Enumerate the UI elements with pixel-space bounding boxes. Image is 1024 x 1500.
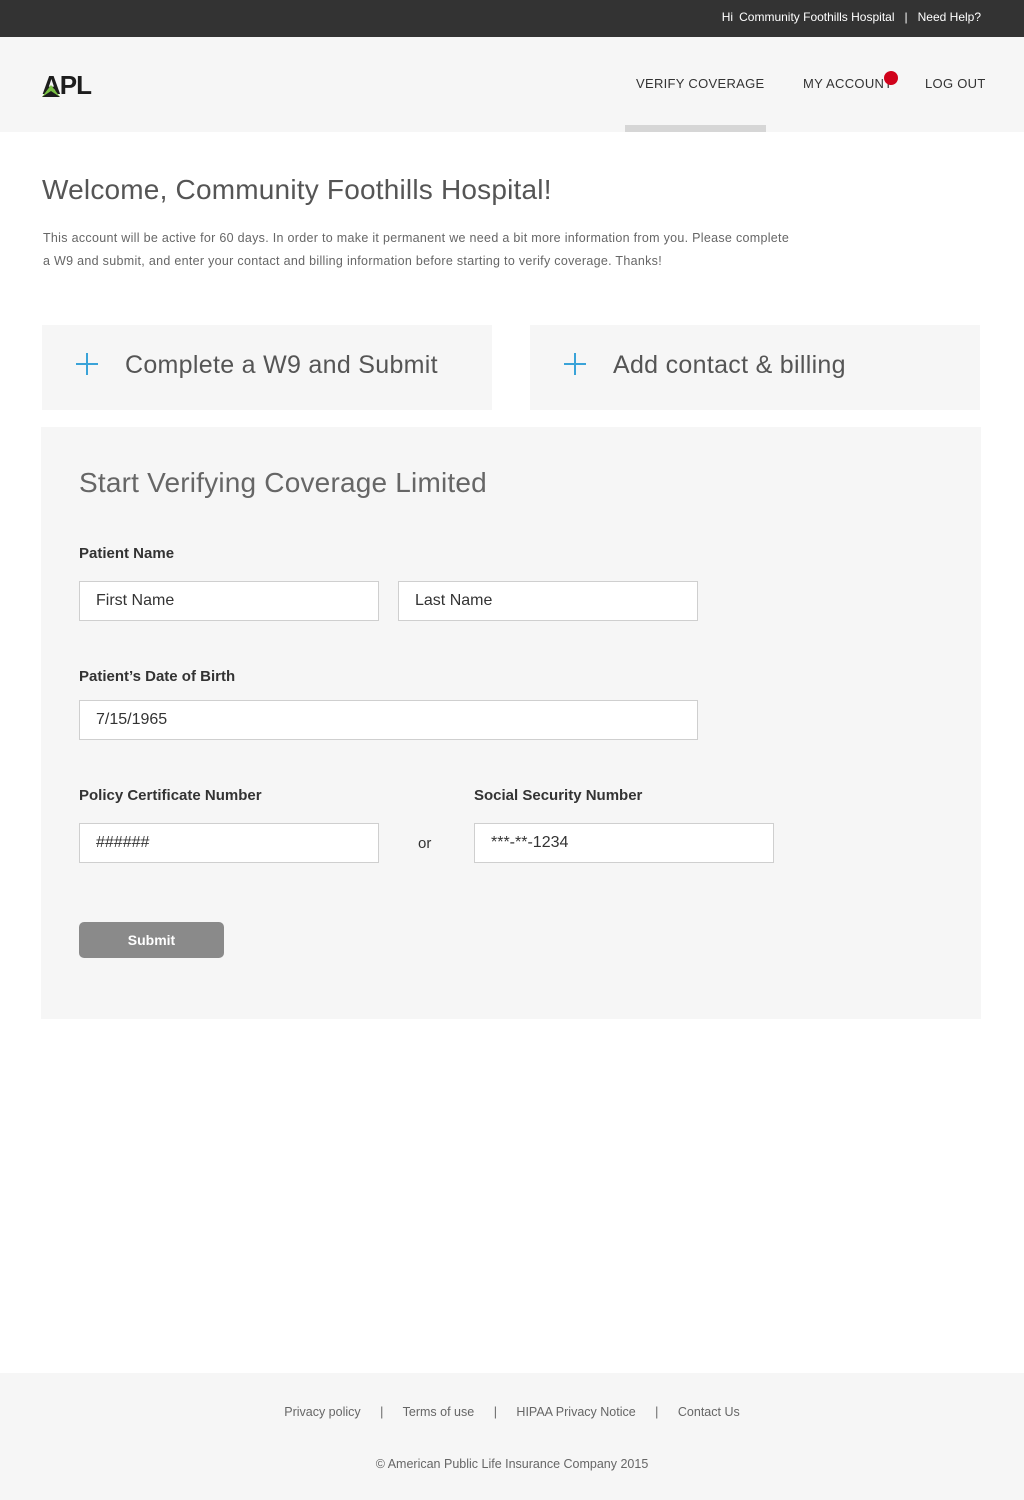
first-name-input[interactable] bbox=[79, 581, 379, 621]
welcome-line-2: a W9 and submit, and enter your contact … bbox=[43, 254, 662, 268]
patient-name-label: Patient Name bbox=[79, 545, 175, 562]
nav-log-out[interactable]: LOG OUT bbox=[925, 76, 986, 91]
nav-verify-coverage[interactable]: VERIFY COVERAGE bbox=[636, 76, 765, 91]
or-separator: or bbox=[418, 835, 432, 852]
last-name-input[interactable] bbox=[398, 581, 698, 621]
ssn-input[interactable] bbox=[474, 823, 774, 863]
terms-of-use-link[interactable]: Terms of use bbox=[403, 1405, 475, 1419]
privacy-policy-link[interactable]: Privacy policy bbox=[284, 1405, 360, 1419]
nav-my-account[interactable]: MY ACCOUNT bbox=[803, 76, 892, 91]
welcome-message: This account will be active for 60 days.… bbox=[43, 227, 883, 273]
dob-label: Patient’s Date of Birth bbox=[79, 668, 236, 685]
utility-links: Hi Community Foothills Hospital | Need H… bbox=[722, 10, 981, 24]
add-contact-billing-label: Add contact & billing bbox=[613, 351, 846, 379]
site-footer: Privacy policy | Terms of use | HIPAA Pr… bbox=[0, 1373, 1024, 1500]
copyright-text: © American Public Life Insurance Company… bbox=[375, 1457, 649, 1471]
greeting-text: Hi bbox=[721, 10, 734, 24]
complete-w9-label: Complete a W9 and Submit bbox=[125, 351, 438, 379]
need-help-link[interactable]: Need Help? bbox=[918, 10, 981, 24]
footer-separator: | bbox=[380, 1405, 384, 1419]
panel-title: Start Verifying Coverage Limited bbox=[79, 467, 487, 498]
notification-badge bbox=[884, 71, 898, 85]
welcome-line-1: This account will be active for 60 days.… bbox=[43, 231, 790, 245]
footer-separator: | bbox=[493, 1405, 497, 1419]
footer-separator: | bbox=[655, 1405, 659, 1419]
logo-triangle-icon bbox=[42, 85, 60, 97]
top-utility-bar: Hi Community Foothills Hospital | Need H… bbox=[0, 0, 1024, 37]
account-name: Community Foothills Hospital bbox=[739, 10, 895, 24]
complete-w9-card[interactable]: Complete a W9 and Submit bbox=[42, 325, 492, 410]
footer-links: Privacy policy | Terms of use | HIPAA Pr… bbox=[0, 1405, 1024, 1419]
plus-icon bbox=[564, 353, 586, 375]
hipaa-notice-link[interactable]: HIPAA Privacy Notice bbox=[516, 1405, 635, 1419]
active-nav-indicator bbox=[625, 125, 766, 132]
contact-us-link[interactable]: Contact Us bbox=[678, 1405, 740, 1419]
plus-icon bbox=[76, 353, 98, 375]
apl-logo[interactable]: APL bbox=[42, 71, 106, 99]
utility-separator: | bbox=[904, 10, 908, 24]
welcome-title: Welcome, Community Foothills Hospital! bbox=[42, 174, 552, 205]
ssn-label: Social Security Number bbox=[474, 787, 643, 804]
policy-number-label: Policy Certificate Number bbox=[79, 787, 262, 804]
submit-button[interactable]: Submit bbox=[79, 922, 224, 958]
site-header: APL VERIFY COVERAGE MY ACCOUNT LOG OUT bbox=[0, 37, 1024, 132]
verify-coverage-panel: Start Verifying Coverage Limited Patient… bbox=[41, 427, 981, 1019]
dob-input[interactable] bbox=[79, 700, 698, 740]
add-contact-billing-card[interactable]: Add contact & billing bbox=[530, 325, 980, 410]
policy-number-input[interactable] bbox=[79, 823, 379, 863]
